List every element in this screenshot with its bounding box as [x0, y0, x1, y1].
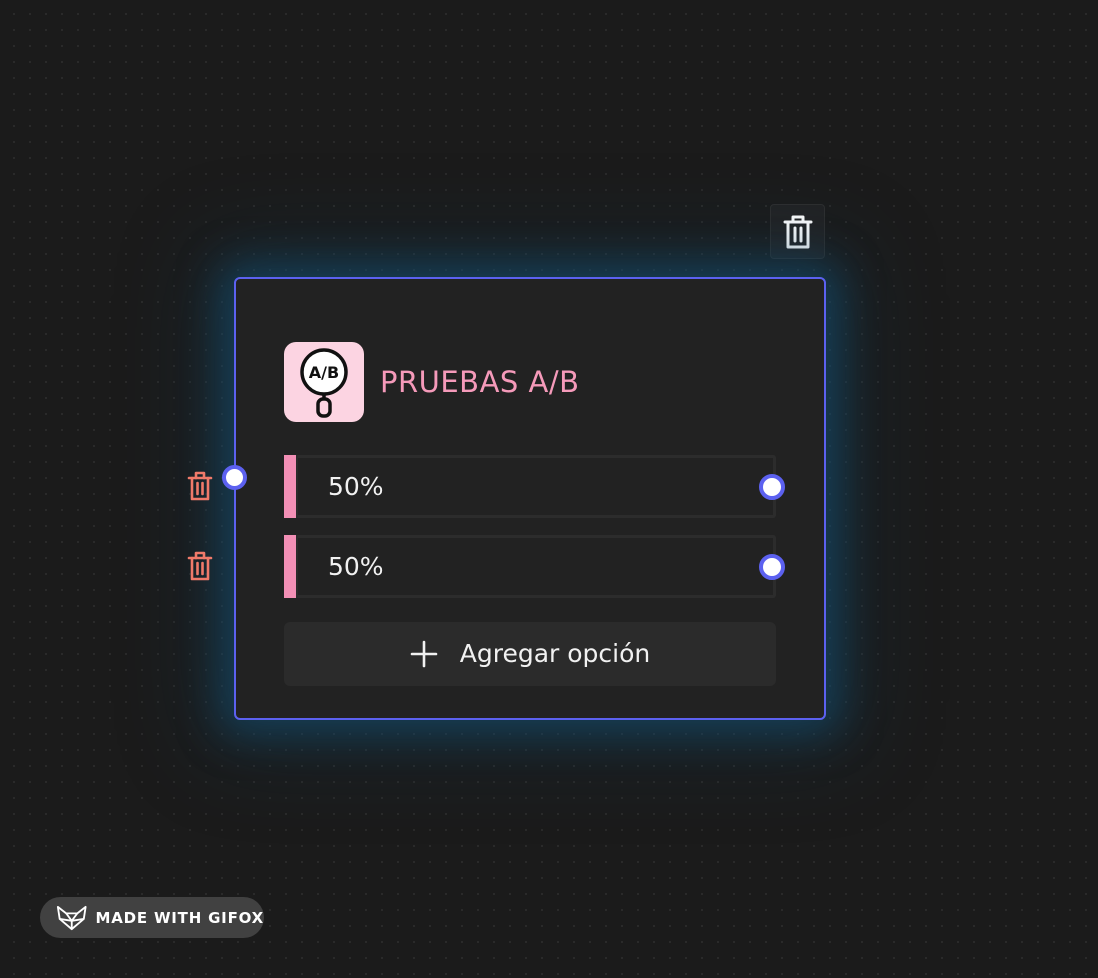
option-2-delete-button[interactable] [186, 550, 214, 582]
fox-logo-icon [56, 905, 87, 930]
trash-icon [187, 551, 213, 581]
gifox-watermark: MADE WITH GIFOX [40, 897, 264, 938]
ab-test-magnifier-icon: A/B [284, 342, 364, 422]
plus-icon [410, 640, 438, 668]
option-1-delete-button[interactable] [186, 470, 214, 502]
option-color-bar [284, 535, 298, 598]
trash-icon [187, 471, 213, 501]
ab-test-node[interactable]: A/B PRUEBAS A/B 50% 50% Agregar opción [234, 277, 826, 720]
option-1-output-handle[interactable] [759, 474, 785, 500]
node-delete-button[interactable] [770, 204, 825, 259]
icon-ab-text: A/B [309, 363, 339, 382]
node-input-handle[interactable] [222, 465, 247, 490]
option-percentage[interactable]: 50% [328, 551, 384, 583]
watermark-text: MADE WITH GIFOX [95, 908, 264, 927]
option-color-bar [284, 455, 298, 518]
add-option-button[interactable]: Agregar opción [284, 622, 776, 686]
flow-canvas[interactable]: A/B PRUEBAS A/B 50% 50% Agregar opción M… [0, 0, 1098, 978]
option-percentage[interactable]: 50% [328, 471, 384, 503]
add-option-label: Agregar opción [459, 639, 651, 668]
option-row[interactable]: 50% [284, 455, 776, 518]
trash-icon [783, 215, 812, 248]
option-row[interactable]: 50% [284, 535, 776, 598]
node-title: PRUEBAS A/B [380, 365, 580, 399]
option-2-output-handle[interactable] [759, 554, 785, 580]
